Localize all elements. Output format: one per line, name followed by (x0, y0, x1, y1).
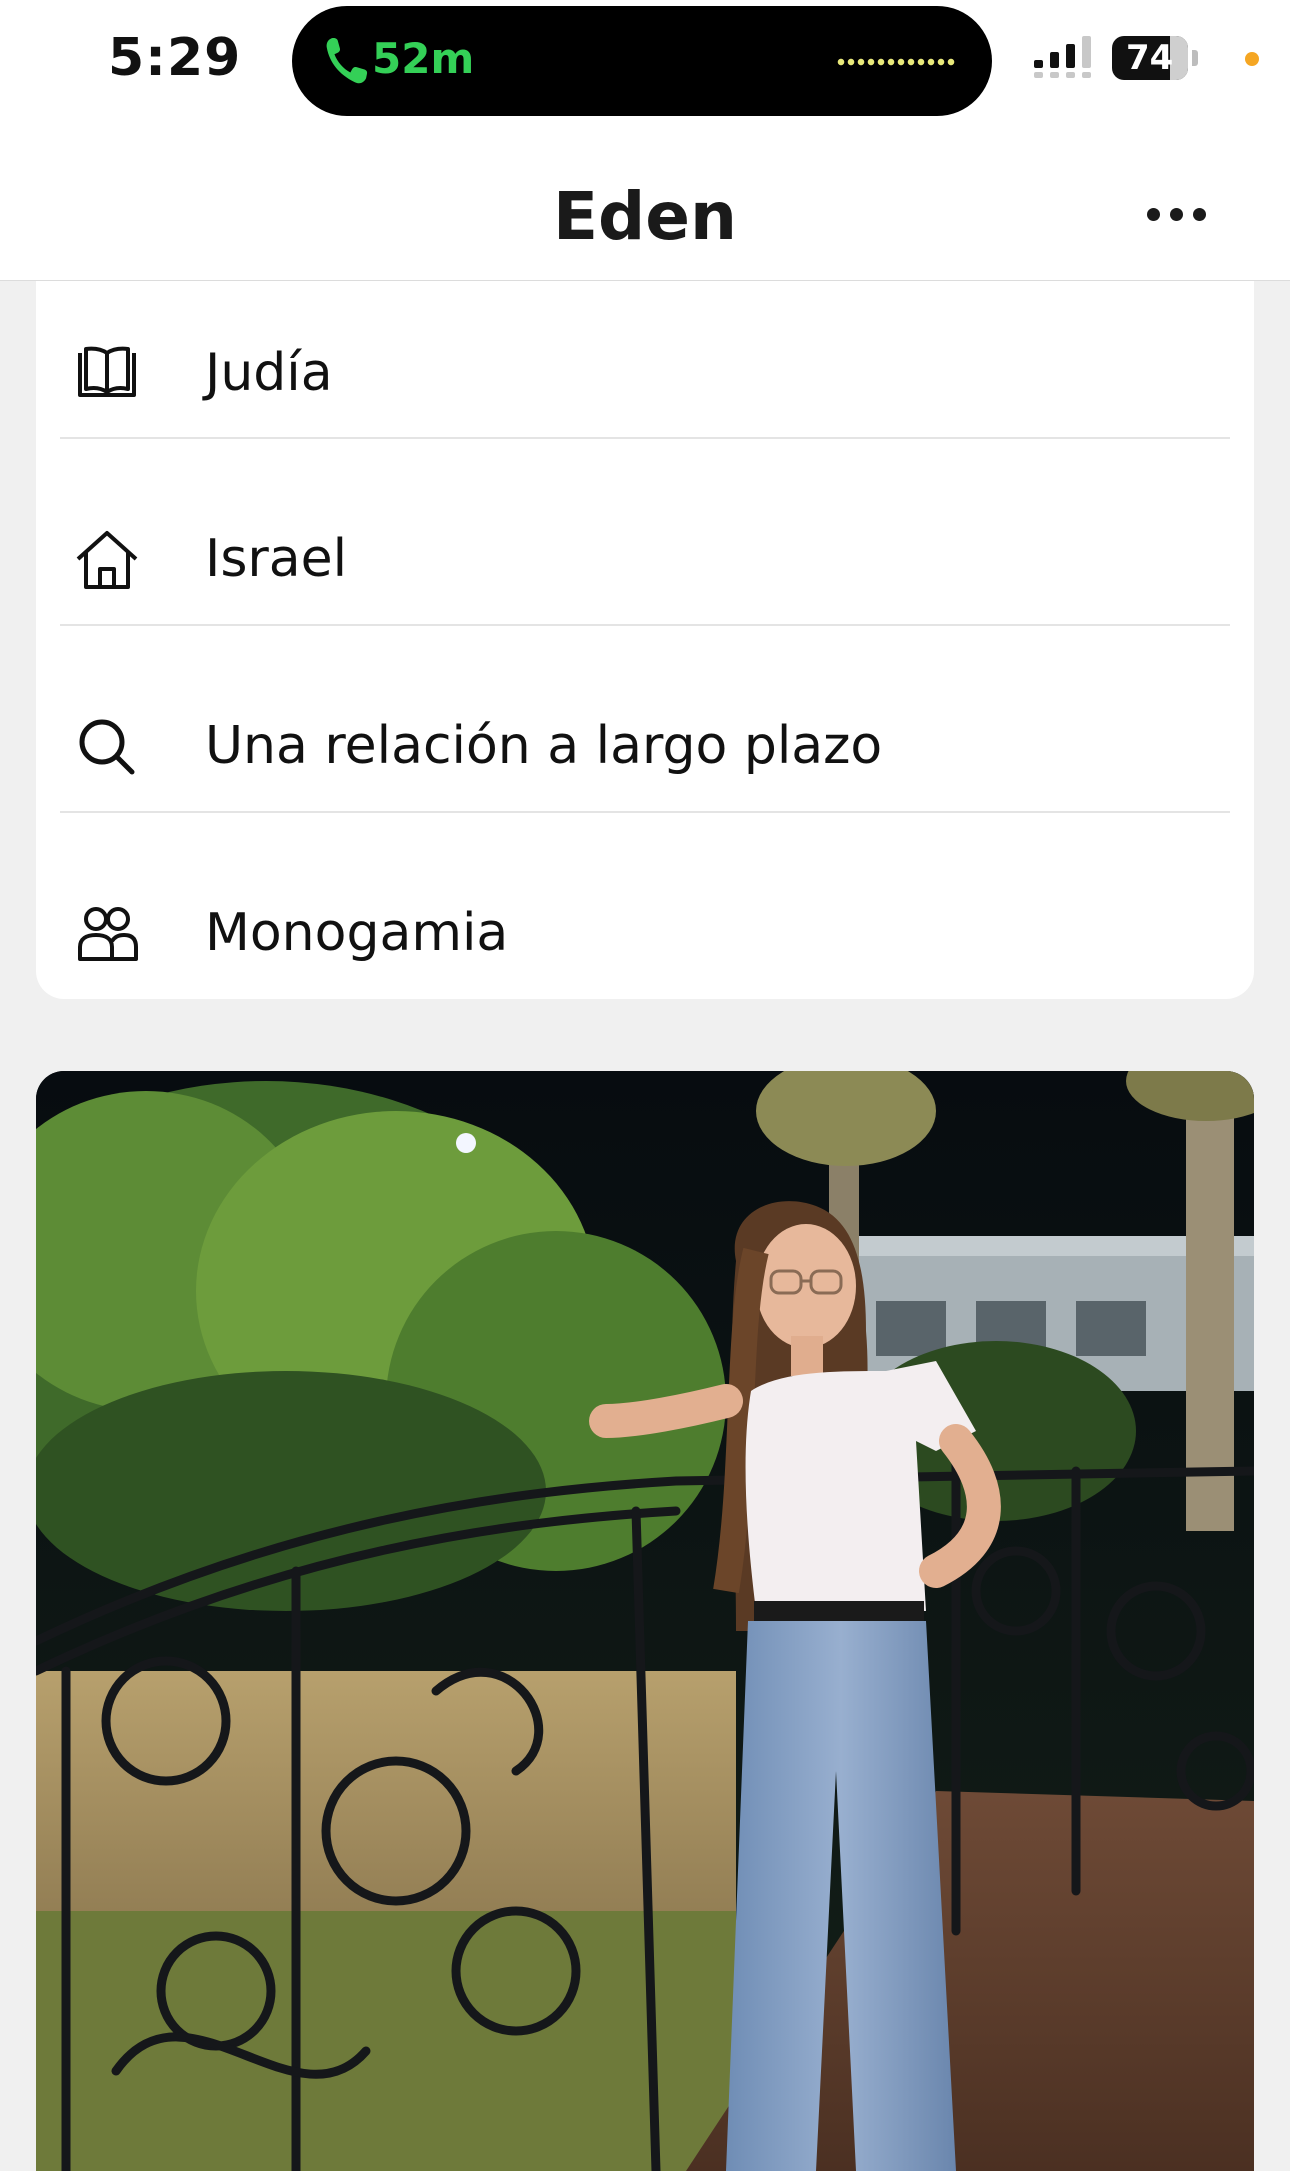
search-icon (79, 719, 135, 775)
profile-details-card: Judía Israel Una relación a largo plazo … (36, 281, 1254, 999)
detail-label: Judía (205, 343, 333, 403)
phone-icon (326, 38, 368, 84)
cellular-signal-icon (1034, 36, 1091, 78)
detail-row-religion: Judía (60, 281, 1230, 467)
profile-photo[interactable] (36, 1071, 1254, 2171)
battery-level: 74 (1126, 38, 1174, 78)
profile-photo-illustration (36, 1071, 1254, 2171)
more-horizontal-icon (1146, 207, 1160, 221)
divider (60, 437, 1230, 439)
detail-label: Israel (205, 529, 348, 589)
detail-label: Monogamia (205, 903, 509, 963)
audio-waveform-icon (836, 58, 956, 66)
status-time: 5:29 (108, 28, 242, 88)
battery-cap (1192, 50, 1198, 66)
home-icon (76, 531, 138, 589)
battery-icon: 74 (1112, 36, 1188, 80)
detail-row-relationship-type: Monogamia (60, 841, 1230, 1027)
more-options-button[interactable] (1130, 184, 1222, 244)
status-bar: 5:29 52m 74 (0, 0, 1290, 120)
page-title: Eden (552, 178, 738, 255)
people-icon (78, 907, 138, 961)
divider (60, 811, 1230, 813)
call-duration: 52m (372, 34, 475, 83)
divider (60, 624, 1230, 626)
detail-label: Una relación a largo plazo (205, 716, 883, 776)
profile-header: Eden (0, 120, 1290, 281)
dynamic-island-call[interactable]: 52m (292, 6, 992, 116)
book-icon (78, 346, 136, 397)
privacy-indicator-dot (1245, 52, 1259, 66)
